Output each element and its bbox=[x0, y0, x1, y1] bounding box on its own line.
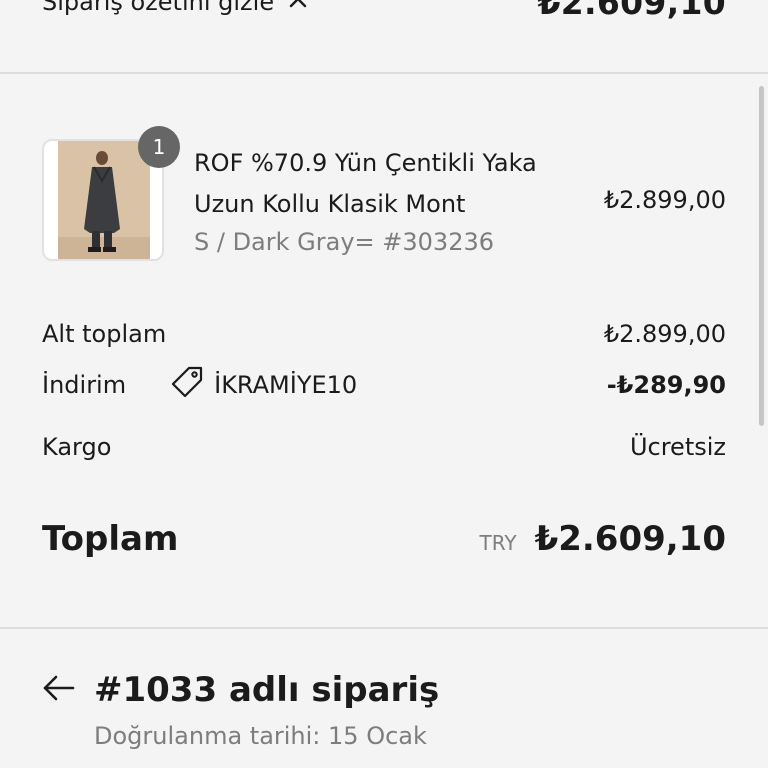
subtotal-label: Alt toplam bbox=[42, 320, 167, 348]
order-title: #1033 adlı sipariş bbox=[94, 670, 440, 710]
toggle-label: Sipariş özetini gizle bbox=[42, 0, 275, 16]
shipping-row: Kargo Ücretsiz bbox=[42, 427, 726, 467]
scrollbar[interactable] bbox=[759, 86, 764, 426]
discount-value: -₺289,90 bbox=[606, 371, 726, 399]
product-price: ₺2.899,00 bbox=[603, 186, 726, 214]
total-row: Toplam TRY ₺2.609,10 bbox=[42, 514, 726, 564]
arrow-left-icon[interactable] bbox=[42, 674, 76, 706]
order-header: #1033 adlı sipariş bbox=[42, 670, 439, 710]
discount-code-text: İKRAMİYE10 bbox=[214, 371, 358, 399]
product-variant: S / Dark Gray= #303236 bbox=[194, 228, 494, 256]
total-value: ₺2.609,10 bbox=[534, 519, 726, 559]
tag-icon bbox=[170, 365, 204, 405]
order-confirmed-date: Doğrulanma tarihi: 15 Ocak bbox=[94, 722, 427, 750]
chevron-up-icon bbox=[288, 0, 308, 9]
total-label: Toplam bbox=[42, 519, 179, 559]
discount-code: İKRAMİYE10 bbox=[170, 365, 357, 405]
section-divider bbox=[0, 627, 768, 629]
order-summary-header: Sipariş özetini gizle ₺2.609,10 bbox=[0, 0, 768, 74]
quantity-badge: 1 bbox=[138, 126, 180, 168]
product-line-item: 1 ROF %70.9 Yün Çentikli Yaka Uzun Kollu… bbox=[42, 126, 726, 264]
subtotal-row: Alt toplam ₺2.899,00 bbox=[42, 314, 726, 354]
shipping-value: Ücretsiz bbox=[629, 433, 726, 461]
hide-summary-toggle[interactable]: Sipariş özetini gizle bbox=[42, 0, 308, 16]
subtotal-value: ₺2.899,00 bbox=[603, 320, 726, 348]
product-name: ROF %70.9 Yün Çentikli Yaka Uzun Kollu K… bbox=[194, 149, 537, 218]
discount-row: İndirim İKRAMİYE10 -₺289,90 bbox=[42, 365, 726, 405]
summary-total: ₺2.609,10 bbox=[537, 0, 726, 22]
discount-label: İndirim bbox=[42, 371, 127, 399]
currency-code: TRY bbox=[479, 531, 517, 555]
shipping-label: Kargo bbox=[42, 433, 112, 461]
